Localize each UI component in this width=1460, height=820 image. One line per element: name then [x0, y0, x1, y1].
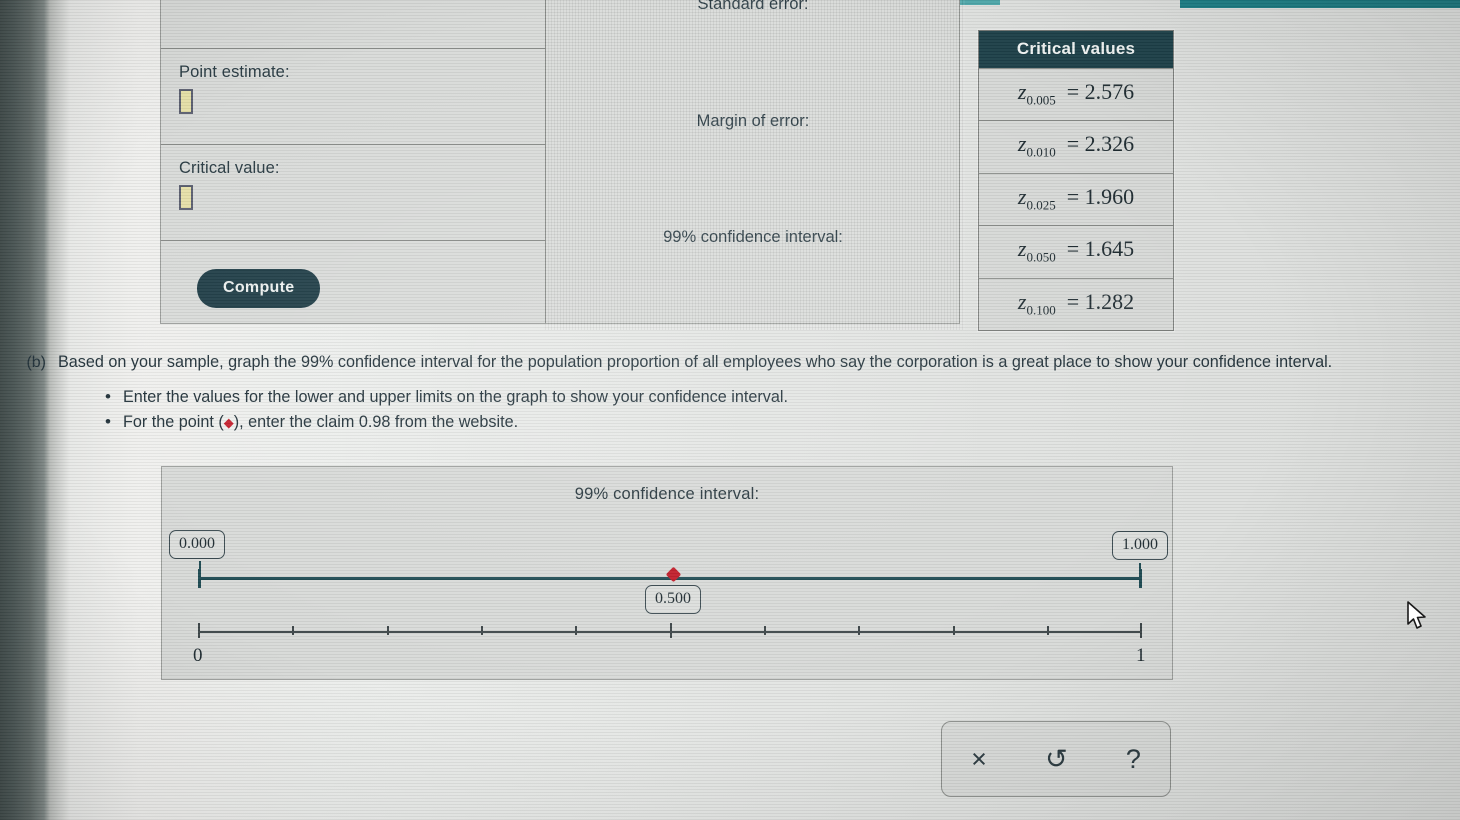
- confidence-interval-result-label: 99% confidence interval:: [663, 228, 843, 246]
- equals-sign: =: [1061, 131, 1085, 157]
- calculator-right-column: Standard error: Margin of error: 99% con…: [547, 0, 959, 323]
- interval-left-cap: [198, 569, 201, 588]
- critical-value-label: Critical value:: [179, 159, 280, 177]
- critical-value-row: z0.100 = 1.282: [979, 277, 1173, 330]
- critical-value-row: z0.050 = 1.645: [979, 225, 1173, 277]
- question-bullet-list: Enter the values for the lower and upper…: [105, 387, 1460, 432]
- lower-limit-input[interactable]: 0.000: [169, 530, 225, 559]
- axis-label-end: 1: [1136, 645, 1146, 666]
- critical-value-input[interactable]: [179, 185, 193, 210]
- axis-tick-0-4: [575, 626, 577, 635]
- confidence-interval-graph-panel: 99% confidence interval: 0.000 1.000 0.5…: [161, 466, 1173, 680]
- question-b: (b) Based on your sample, graph the 99% …: [0, 352, 1460, 438]
- bullet-text-limits: Enter the values for the lower and upper…: [123, 387, 788, 406]
- answer-toolbar: × ↺ ?: [941, 721, 1171, 797]
- critical-value-row: z0.005 = 2.576: [979, 68, 1173, 120]
- axis-tick-0-7: [858, 626, 860, 635]
- sample-size-cell: [161, 0, 545, 49]
- undo-icon[interactable]: ↺: [1035, 742, 1078, 777]
- equals-sign: =: [1061, 79, 1085, 104]
- point-estimate-label: Point estimate:: [179, 63, 290, 81]
- critical-values-table: Critical values z0.005 = 2.576 z0.010 = …: [978, 30, 1174, 331]
- z-value: 2.326: [1084, 131, 1135, 157]
- bullet-text-point-before: For the point (: [123, 412, 224, 431]
- critical-value-row: z0.010 = 2.326: [979, 120, 1173, 172]
- axis-tick-0-8: [953, 626, 955, 635]
- z-subscript: 0.100: [1026, 301, 1056, 317]
- axis-tick-0-6: [764, 626, 766, 635]
- bullet-item-point: For the point (◆), enter the claim 0.98 …: [105, 412, 1460, 432]
- bullet-text-point-after: ), enter the claim 0.98 from the website…: [233, 412, 519, 431]
- equals-sign: =: [1061, 183, 1085, 209]
- statistics-calculator-panel: Point estimate: Critical value: Compute …: [160, 0, 960, 324]
- critical-values-header: Critical values: [979, 31, 1173, 68]
- mouse-cursor-pointer: [1407, 601, 1426, 629]
- z-subscript: 0.050: [1026, 249, 1056, 265]
- standard-error-label: Standard error:: [697, 0, 809, 13]
- z-subscript: 0.005: [1026, 92, 1056, 108]
- z-value: 1.645: [1084, 236, 1135, 262]
- point-estimate-input[interactable]: [179, 89, 193, 114]
- z-value: 1.960: [1084, 183, 1135, 209]
- calculator-left-column: Point estimate: Critical value: Compute: [161, 0, 546, 323]
- upper-limit-input[interactable]: 1.000: [1112, 531, 1168, 560]
- compute-cell: Compute: [161, 241, 545, 325]
- browser-top-band: [1180, 0, 1460, 8]
- critical-value-cell: Critical value:: [161, 145, 545, 241]
- axis-tick-0-2: [387, 626, 389, 635]
- axis-tick-0: [198, 623, 200, 638]
- help-button[interactable]: ?: [1116, 742, 1151, 777]
- axis-tick-0-1: [292, 626, 294, 635]
- axis-tick-1: [1140, 623, 1142, 638]
- interval-plot: 0.000 1.000 0.500 0 1: [162, 467, 1172, 679]
- compute-button[interactable]: Compute: [197, 269, 321, 308]
- point-estimate-cell: Point estimate:: [161, 49, 545, 145]
- equals-sign: =: [1061, 236, 1085, 262]
- axis-tick-0-3: [481, 626, 483, 635]
- z-subscript: 0.025: [1026, 197, 1056, 213]
- diamond-marker-icon: ◆: [223, 414, 234, 430]
- axis-tick-0-9: [1047, 626, 1049, 635]
- bullet-item-limits: Enter the values for the lower and upper…: [105, 387, 1460, 407]
- z-value: 1.282: [1084, 288, 1135, 314]
- critical-value-row: z0.025 = 1.960: [979, 172, 1173, 225]
- interval-right-cap: [1139, 569, 1142, 588]
- equals-sign: =: [1061, 288, 1085, 314]
- point-estimate-claim-input[interactable]: 0.500: [645, 585, 701, 614]
- question-text: Based on your sample, graph the 99% conf…: [58, 353, 1333, 371]
- axis-tick-0-5: [670, 623, 672, 638]
- z-value: 2.576: [1084, 79, 1135, 104]
- z-subscript: 0.010: [1026, 144, 1056, 160]
- question-letter: (b): [26, 354, 46, 371]
- clear-button[interactable]: ×: [961, 742, 997, 777]
- axis-label-start: 0: [193, 645, 203, 666]
- margin-of-error-label: Margin of error:: [696, 112, 810, 130]
